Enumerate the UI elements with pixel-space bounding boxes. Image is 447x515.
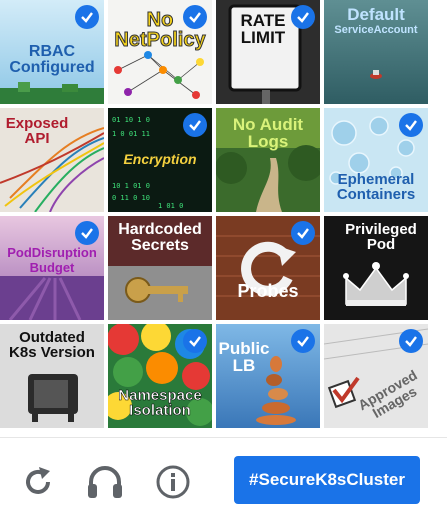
selected-check-icon xyxy=(291,329,315,353)
tile-label: Ephemeral Containers xyxy=(336,171,416,203)
tile-sublabel: ServiceAccount xyxy=(334,24,418,36)
tile-outdated-k8s-version[interactable]: Outdated K8s Version xyxy=(0,324,104,428)
tile-label: Privileged Pod xyxy=(345,221,417,253)
captcha-image-grid: RBAC Configured No NetPolicy RATE LIMIT xyxy=(0,0,432,432)
svg-text:1 01 0: 1 01 0 xyxy=(158,202,183,210)
tile-ephemeral-containers[interactable]: Ephemeral Containers xyxy=(324,108,428,212)
selected-check-icon xyxy=(291,5,315,29)
reload-button[interactable] xyxy=(18,462,58,502)
tile-privileged-pod[interactable]: Privileged Pod xyxy=(324,216,428,320)
tile-exposed-api[interactable]: Exposed API xyxy=(0,108,104,212)
tile-label: Hardcoded Secrets xyxy=(118,221,202,254)
svg-text:10 1 01 0: 10 1 01 0 xyxy=(112,182,150,190)
tile-encryption[interactable]: 01 10 1 0 1 0 01 11 10 1 01 0 0 11 0 10 1 … xyxy=(108,108,212,212)
tile-label: Probes xyxy=(237,281,299,301)
tile-label: Encryption xyxy=(123,151,197,167)
tile-label: Namespace Isolation xyxy=(118,387,202,419)
tile-default-serviceaccount[interactable]: Default ServiceAccount xyxy=(324,0,428,104)
tile-label: PodDisruption xyxy=(7,245,97,260)
selected-check-icon xyxy=(399,329,423,353)
tile-no-audit-logs[interactable]: No Audit Logs xyxy=(216,108,320,212)
selected-check-icon xyxy=(183,5,207,29)
selected-check-icon xyxy=(75,221,99,245)
reload-icon xyxy=(26,467,50,494)
tile-label: Default xyxy=(347,5,405,24)
tile-approved-images[interactable]: Approved Images xyxy=(324,324,428,428)
tile-rbac-configured[interactable]: RBAC Configured xyxy=(0,0,104,104)
tile-public-lb[interactable]: Public LB xyxy=(216,324,320,428)
audio-challenge-button[interactable] xyxy=(85,462,125,502)
tile-poddisruption-budget[interactable]: PodDisruption Budget xyxy=(0,216,104,320)
selected-check-icon xyxy=(183,113,207,137)
svg-text:01 10 1 0: 01 10 1 0 xyxy=(112,116,150,124)
tile-label: No Audit Logs xyxy=(232,115,304,151)
tile-namespace-isolation[interactable]: Namespace Isolation xyxy=(108,324,212,428)
tile-hardcoded-secrets[interactable]: Hardcoded Secrets xyxy=(108,216,212,320)
tile-label: RBAC Configured xyxy=(9,43,95,76)
tile-label: Outdated K8s Version xyxy=(9,329,95,361)
verify-button[interactable]: #SecureK8sCluster xyxy=(234,456,420,504)
info-button[interactable] xyxy=(153,462,193,502)
selected-check-icon xyxy=(183,329,207,353)
tile-rate-limit[interactable]: RATE LIMIT xyxy=(216,0,320,104)
tile-sublabel: Budget xyxy=(29,260,75,275)
selected-check-icon xyxy=(75,5,99,29)
svg-text:1 0 01 11: 1 0 01 11 xyxy=(112,130,150,138)
headphones-icon xyxy=(88,466,122,498)
tile-no-netpolicy[interactable]: No NetPolicy xyxy=(108,0,212,104)
selected-check-icon xyxy=(291,221,315,245)
tile-probes[interactable]: Probes xyxy=(216,216,320,320)
selected-check-icon xyxy=(399,113,423,137)
info-icon xyxy=(156,465,190,499)
footer-divider xyxy=(0,437,447,438)
svg-text:0 11 0 10: 0 11 0 10 xyxy=(112,194,150,202)
tile-label: Exposed API xyxy=(5,115,69,147)
